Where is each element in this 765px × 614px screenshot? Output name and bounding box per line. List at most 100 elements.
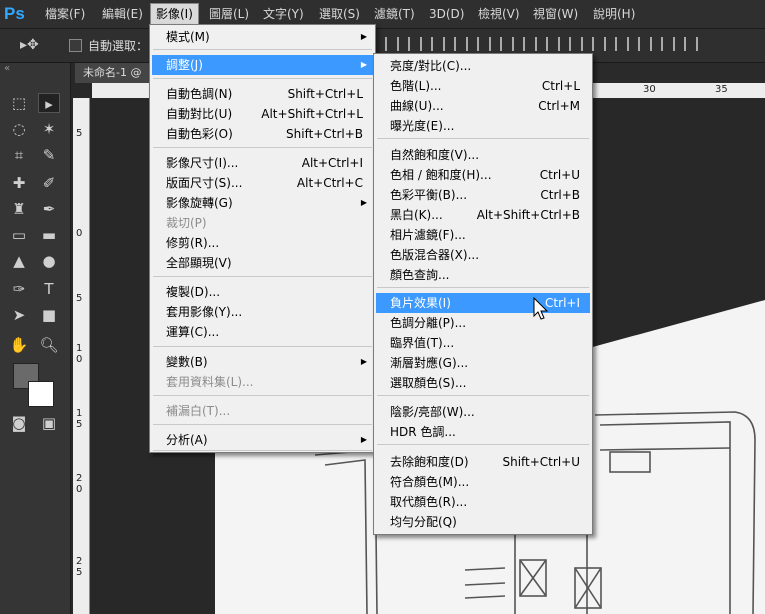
menu-row[interactable]: 黑白(K)... Alt+Shift+Ctrl+B — [376, 205, 590, 225]
menu-row[interactable]: 相片濾鏡(F)... — [376, 225, 590, 245]
align-icon[interactable] — [500, 37, 514, 51]
healing-icon[interactable]: ✚ — [8, 173, 30, 193]
menu-layer[interactable]: 圖層(L) — [204, 4, 254, 24]
menu-row[interactable]: 色版混合器(X)... — [376, 245, 590, 265]
stamp-icon[interactable]: ♜ — [8, 199, 30, 219]
align-icon[interactable] — [592, 37, 606, 51]
menu-row[interactable]: 套用影像(Y)... — [152, 302, 373, 322]
menu-row[interactable]: 變數(B) ▶ — [152, 352, 373, 372]
menu-row[interactable]: 影像尺寸(I)... Alt+Ctrl+I — [152, 153, 373, 173]
collapse-icon[interactable]: « — [4, 63, 10, 74]
blur-icon[interactable]: ▲ — [8, 251, 30, 271]
menu-row[interactable]: 去除飽和度(D) Shift+Ctrl+U — [376, 452, 590, 472]
align-icon[interactable] — [431, 37, 445, 51]
marquee-icon[interactable]: ⬚ — [8, 93, 30, 113]
quick-mask-icon[interactable]: ◙ — [8, 413, 30, 433]
menu-row[interactable]: 色階(L)... Ctrl+L — [376, 76, 590, 96]
path-select-icon[interactable]: ➤ — [8, 305, 30, 325]
lasso-icon[interactable]: ◌ — [8, 119, 30, 139]
dodge-icon[interactable]: ● — [38, 251, 60, 271]
menu-row[interactable]: 色相 / 飽和度(H)... Ctrl+U — [376, 165, 590, 185]
menu-window[interactable]: 視窗(W) — [528, 4, 583, 24]
menu-row[interactable]: 亮度/對比(C)... — [376, 56, 590, 76]
menu-row[interactable]: 分析(A) ▶ — [152, 430, 373, 450]
menu-row[interactable]: 臨界值(T)... — [376, 333, 590, 353]
auto-select-checkbox[interactable] — [69, 39, 82, 52]
menu-row[interactable]: 模式(M) ▶ — [152, 27, 373, 47]
align-icon[interactable] — [454, 37, 468, 51]
menu-row[interactable]: 負片效果(I) Ctrl+I — [376, 293, 590, 313]
crop-icon[interactable]: ⌗ — [8, 145, 30, 165]
menu-row[interactable]: 自動對比(U) Alt+Shift+Ctrl+L — [152, 104, 373, 124]
shape-icon[interactable]: ■ — [38, 305, 60, 325]
ruler-label: 30 — [643, 84, 656, 95]
menu-row[interactable]: HDR 色調... — [376, 422, 590, 442]
menu-3d[interactable]: 3D(D) — [424, 4, 469, 24]
menu-row-shortcut: Alt+Ctrl+I — [301, 156, 363, 170]
menu-row-label: 變數(B) — [166, 355, 208, 369]
menu-row[interactable]: 全部顯現(V) — [152, 253, 373, 273]
align-icon[interactable] — [569, 37, 583, 51]
align-icon[interactable] — [385, 37, 399, 51]
hand-icon[interactable]: ✋ — [8, 335, 30, 355]
magic-wand-icon[interactable]: ✶ — [38, 119, 60, 139]
menu-row[interactable]: 色調分離(P)... — [376, 313, 590, 333]
menu-image[interactable]: 影像(I) — [150, 3, 199, 25]
menu-row-shortcut: Ctrl+M — [538, 99, 580, 113]
align-icon[interactable] — [661, 37, 675, 51]
menu-row[interactable]: 運算(C)... — [152, 322, 373, 342]
menu-help[interactable]: 說明(H) — [588, 4, 640, 24]
align-icon[interactable] — [684, 37, 698, 51]
menu-edit[interactable]: 編輯(E) — [97, 4, 148, 24]
menu-row[interactable]: 顏色查詢... — [376, 265, 590, 285]
menu-select[interactable]: 選取(S) — [314, 4, 365, 24]
align-icon[interactable] — [477, 37, 491, 51]
align-icon[interactable] — [408, 37, 422, 51]
menu-row[interactable]: 調整(J) ▶ — [152, 55, 373, 75]
eyedropper-icon[interactable]: ✎ — [38, 145, 60, 165]
menu-row[interactable]: 色彩平衡(B)... Ctrl+B — [376, 185, 590, 205]
menu-row[interactable]: 自然飽和度(V)... — [376, 145, 590, 165]
menu-row[interactable]: 均勻分配(Q) — [376, 512, 590, 532]
align-icon[interactable] — [615, 37, 629, 51]
brush-icon[interactable]: ✐ — [38, 173, 60, 193]
align-icon[interactable] — [523, 37, 537, 51]
left-ruler: 5 0 5 1 0 1 5 2 0 2 5 — [73, 98, 90, 614]
menu-row[interactable]: 自動色彩(O) Shift+Ctrl+B — [152, 124, 373, 144]
eraser-icon[interactable]: ▭ — [8, 225, 30, 245]
menu-row[interactable]: 符合顏色(M)... — [376, 472, 590, 492]
menu-row[interactable]: 版面尺寸(S)... Alt+Ctrl+C — [152, 173, 373, 193]
zoom-icon[interactable]: 🔍︎ — [38, 335, 60, 355]
menu-row[interactable]: 複製(D)... — [152, 282, 373, 302]
menu-row[interactable]: 影像旋轉(G) ▶ — [152, 193, 373, 213]
menu-row[interactable]: 取代顏色(R)... — [376, 492, 590, 512]
auto-select-label: 自動選取： — [88, 39, 149, 53]
menu-row[interactable]: 自動色調(N) Shift+Ctrl+L — [152, 84, 373, 104]
menu-row[interactable]: 曲線(U)... Ctrl+M — [376, 96, 590, 116]
align-icon[interactable] — [546, 37, 560, 51]
gradient-icon[interactable]: ▬ — [38, 225, 60, 245]
menu-row[interactable]: 陰影/亮部(W)... — [376, 402, 590, 422]
menu-row-label: 分析(A) — [166, 433, 208, 447]
menu-row[interactable]: 漸層對應(G)... — [376, 353, 590, 373]
align-icon[interactable] — [638, 37, 652, 51]
screen-mode-icon[interactable]: ▣ — [38, 413, 60, 433]
menu-row[interactable]: 選取顏色(S)... — [376, 373, 590, 393]
photoshop-logo: Ps — [4, 4, 25, 23]
move-tool-icon[interactable]: ▸ — [38, 93, 60, 113]
history-brush-icon[interactable]: ✒ — [38, 199, 60, 219]
menu-row-label: 全部顯現(V) — [166, 256, 232, 270]
menu-filter[interactable]: 濾鏡(T) — [369, 4, 420, 24]
menu-row[interactable]: 修剪(R)... — [152, 233, 373, 253]
menu-file[interactable]: 檔案(F) — [40, 4, 90, 24]
menu-row-label: 複製(D)... — [166, 285, 221, 299]
background-color-swatch[interactable] — [28, 381, 54, 407]
menu-type[interactable]: 文字(Y) — [258, 4, 309, 24]
menu-view[interactable]: 檢視(V) — [473, 4, 525, 24]
pen-icon[interactable]: ✑ — [8, 279, 30, 299]
type-icon[interactable]: T — [38, 279, 60, 299]
menu-row[interactable]: 曝光度(E)... — [376, 116, 590, 136]
menu-row-label: 色階(L)... — [390, 79, 442, 93]
menu-row-label: 影像尺寸(I)... — [166, 156, 239, 170]
move-icon[interactable]: ▸✥ — [20, 37, 46, 53]
